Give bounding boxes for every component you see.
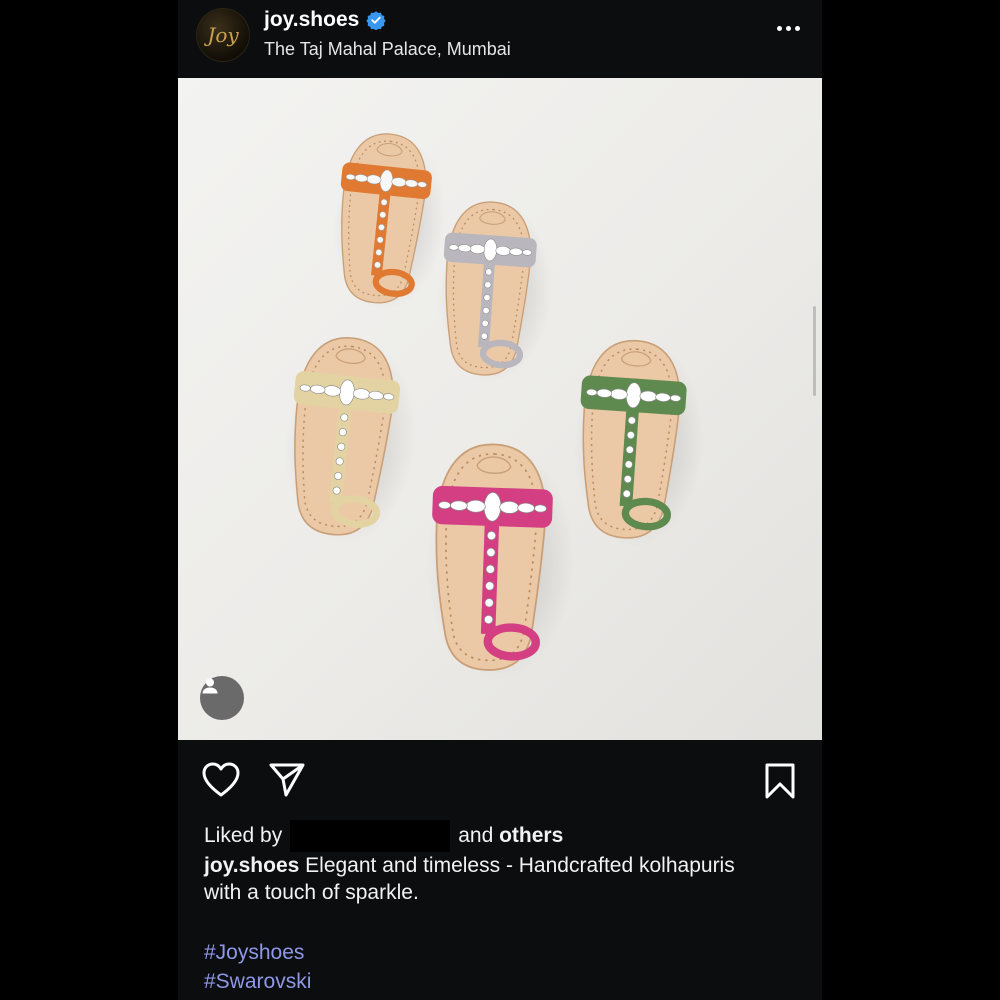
tagged-users-button[interactable] (200, 676, 244, 720)
sandal-pink (420, 441, 580, 684)
action-bar (178, 740, 822, 820)
paper-plane-icon[interactable] (268, 762, 306, 798)
bookmark-icon[interactable] (764, 762, 796, 800)
sandal-green (565, 336, 712, 553)
instagram-post: Joy joy.shoes The Taj Mahal Palace, Mumb… (178, 0, 822, 1000)
likes-and: and (458, 824, 494, 847)
verified-badge-icon (366, 11, 386, 30)
person-icon (202, 678, 218, 694)
username-row: joy.shoes (264, 8, 386, 32)
hashtag-list: #Joyshoes #Swarovski (204, 938, 311, 996)
heart-icon[interactable] (202, 762, 240, 798)
likes-line[interactable]: Liked by and others (204, 820, 563, 852)
likes-prefix: Liked by (204, 824, 283, 847)
sandal-silver (430, 198, 559, 388)
caption-username[interactable]: joy.shoes (204, 854, 299, 877)
post-location[interactable]: The Taj Mahal Palace, Mumbai (264, 39, 511, 60)
likes-others[interactable]: others (499, 824, 563, 848)
redacted-username (290, 820, 451, 852)
post-caption: joy.shoes Elegant and timeless - Handcra… (204, 852, 764, 906)
hashtag-swarovski[interactable]: #Swarovski (204, 967, 311, 996)
sandals-illustration (273, 128, 712, 684)
hashtag-joyshoes[interactable]: #Joyshoes (204, 938, 311, 967)
post-image[interactable] (178, 78, 822, 740)
post-header: Joy joy.shoes The Taj Mahal Palace, Mumb… (178, 0, 822, 78)
account-username[interactable]: joy.shoes (264, 8, 359, 32)
avatar-logo-text: Joy (207, 23, 239, 47)
sandal-beige (273, 331, 427, 552)
more-options-icon[interactable] (777, 26, 800, 31)
sandal-orange (323, 128, 455, 317)
image-scroll-indicator (813, 306, 816, 396)
account-avatar[interactable]: Joy (196, 8, 250, 62)
